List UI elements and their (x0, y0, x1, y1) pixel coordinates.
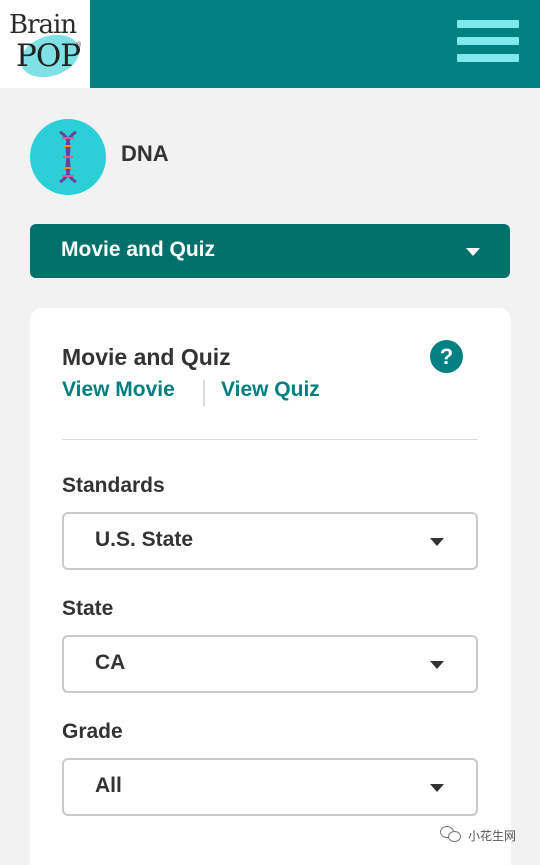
standards-value: U.S. State (95, 528, 194, 551)
brainpop-logo[interactable]: Brain POP ® (0, 0, 90, 88)
hamburger-menu-icon[interactable] (457, 20, 519, 62)
state-dropdown[interactable]: CA (62, 635, 478, 693)
card-title: Movie and Quiz (62, 344, 231, 370)
grade-value: All (95, 774, 122, 797)
grade-dropdown[interactable]: All (62, 758, 478, 816)
view-movie-link[interactable]: View Movie (62, 378, 175, 402)
state-value: CA (95, 651, 126, 674)
help-icon[interactable]: ? (430, 340, 463, 373)
logo-registered-mark: ® (76, 42, 82, 49)
mode-select-label: Movie and Quiz (61, 238, 216, 261)
chevron-down-icon (430, 538, 444, 546)
dna-helix-icon (30, 119, 106, 195)
watermark-text: 小花生网 (468, 828, 517, 843)
menu-bar (457, 37, 519, 45)
wechat-icon (440, 826, 462, 844)
grade-label: Grade (62, 720, 123, 743)
view-quiz-link[interactable]: View Quiz (221, 378, 320, 402)
menu-bar (457, 54, 519, 62)
logo-brain-text: Brain (9, 10, 77, 40)
chevron-down-icon (430, 661, 444, 669)
state-label: State (62, 597, 114, 620)
standards-dropdown[interactable]: U.S. State (62, 512, 478, 570)
app-header: Brain POP ® (0, 0, 540, 88)
topic-title: DNA (121, 141, 169, 166)
logo-pop-text: POP (16, 38, 81, 74)
section-divider (62, 439, 478, 440)
watermark: 小花生网 (440, 826, 516, 844)
link-divider (203, 380, 205, 406)
standards-label: Standards (62, 474, 165, 497)
movie-quiz-card: Movie and Quiz ? View Movie View Quiz St… (30, 308, 511, 865)
mode-select-dropdown[interactable]: Movie and Quiz (30, 224, 510, 278)
chevron-down-icon (430, 784, 444, 792)
chevron-down-icon (466, 248, 480, 256)
menu-bar (457, 20, 519, 28)
